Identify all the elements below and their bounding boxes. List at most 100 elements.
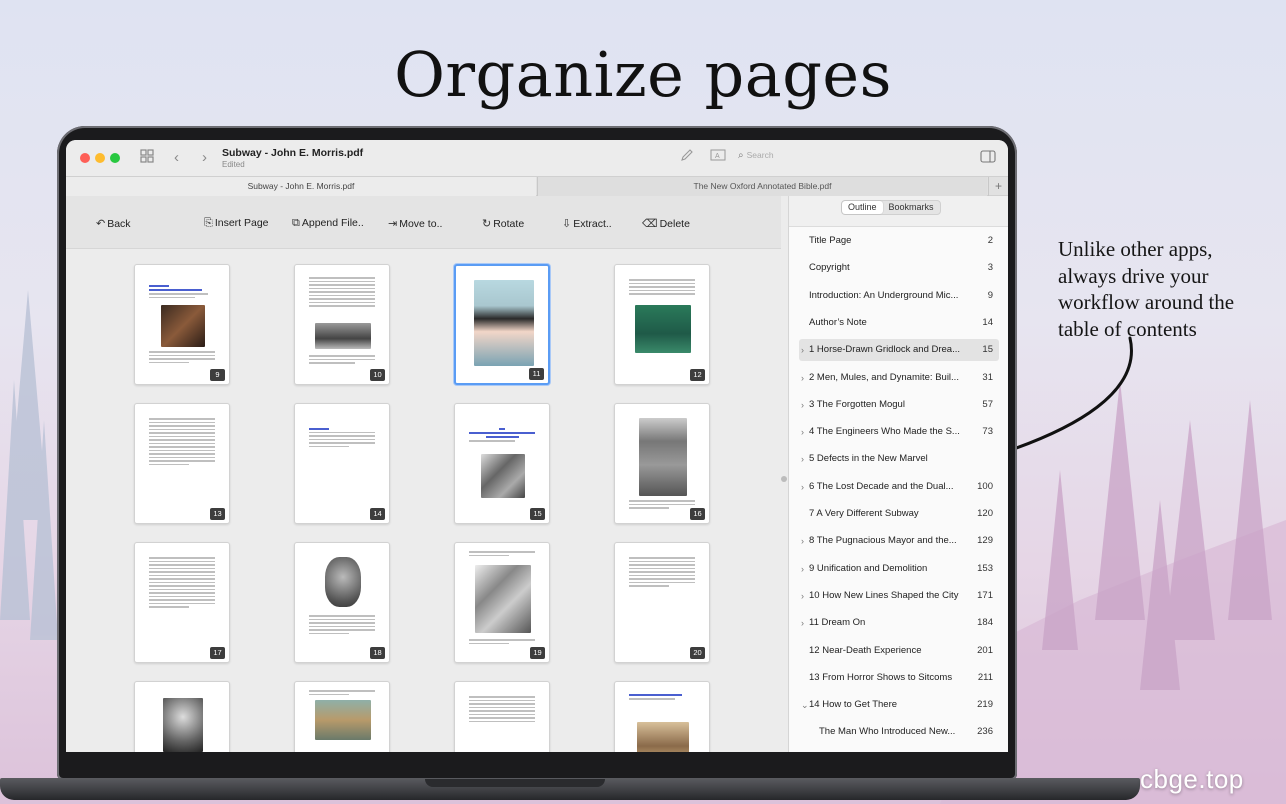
page-thumbnail[interactable]: 17: [134, 542, 230, 663]
page-thumbnail[interactable]: 19: [454, 542, 550, 663]
outline-item[interactable]: ⌄ 14 How to Get There 219: [799, 694, 999, 716]
outline-item[interactable]: The Man Who Introduced New... 236: [799, 721, 999, 743]
disclosure-chevron-icon[interactable]: ›: [801, 585, 804, 607]
move-to-button[interactable]: ⇥ Move to..: [388, 217, 442, 230]
disclosure-chevron-icon[interactable]: ›: [801, 421, 804, 443]
page-thumbnail[interactable]: 13: [134, 403, 230, 524]
page-number-badge: 18: [370, 647, 385, 659]
insert-page-button[interactable]: ⎘ Insert Page: [204, 217, 269, 230]
page-number-badge: 16: [690, 508, 705, 520]
disclosure-chevron-icon[interactable]: ›: [801, 612, 804, 634]
outline-item[interactable]: 7 A Very Different Subway 120: [799, 503, 999, 525]
page-thumbnail[interactable]: [614, 681, 710, 752]
outline-item[interactable]: 12 Near-Death Experience 201: [799, 640, 999, 662]
close-window-button[interactable]: [80, 153, 90, 163]
portrait-photo: [325, 557, 361, 607]
outline-item[interactable]: › 11 Dream On 184: [799, 612, 999, 634]
search-field[interactable]: ⌕ Search: [738, 150, 774, 161]
disclosure-chevron-icon[interactable]: ›: [801, 530, 804, 552]
callout-line: always drive your: [1058, 263, 1209, 288]
minimize-window-button[interactable]: [95, 153, 105, 163]
disclosure-chevron-icon[interactable]: ›: [801, 558, 804, 580]
text-box-icon[interactable]: A: [710, 148, 726, 167]
disclosure-chevron-icon[interactable]: ›: [801, 448, 804, 470]
outline-item-label: 2 Men, Mules, and Dynamite: Buil...: [809, 371, 959, 383]
page-thumbnail[interactable]: [294, 681, 390, 752]
outline-sidebar: Outline Bookmarks Title Page 2 Copyright 3 I…: [788, 196, 1008, 752]
page-thumbnail[interactable]: 18: [294, 542, 390, 663]
outline-item-page: 57: [982, 398, 993, 410]
outline-item[interactable]: Introduction: An Underground Mic... 9: [799, 285, 999, 307]
page-thumbnail[interactable]: 12: [614, 264, 710, 385]
disclosure-chevron-icon[interactable]: ›: [801, 367, 804, 389]
page-thumbnail[interactable]: 10: [294, 264, 390, 385]
page-thumbnail[interactable]: 16: [614, 403, 710, 524]
page-thumbnail-grid[interactable]: 9 10 11 12 13 14 15 16 17 18 19 20: [66, 250, 781, 752]
outline-item[interactable]: › 5 Defects in the New Marvel: [799, 448, 999, 470]
magazine-cover: [474, 280, 534, 366]
outline-item[interactable]: › 6 The Lost Decade and the Dual... 100: [799, 476, 999, 498]
page-number-badge: 13: [210, 508, 225, 520]
markup-pen-icon[interactable]: [680, 148, 694, 167]
disclosure-chevron-icon[interactable]: ›: [801, 339, 804, 361]
page-thumbnail[interactable]: 20: [614, 542, 710, 663]
outline-item[interactable]: Author’s Note 14: [799, 312, 999, 334]
page-thumbnail[interactable]: [454, 681, 550, 752]
outline-item[interactable]: › 4 The Engineers Who Made the S... 73: [799, 421, 999, 443]
page-thumbnail-selected[interactable]: 11: [454, 264, 550, 385]
outline-item[interactable]: › 3 The Forgotten Mogul 57: [799, 394, 999, 416]
outline-item[interactable]: › 1 Horse-Drawn Gridlock and Drea... 15: [799, 339, 999, 362]
back-button[interactable]: ↶ Back: [96, 217, 131, 230]
disclosure-chevron-icon[interactable]: ›: [801, 476, 804, 498]
delete-button[interactable]: ⌫ Delete: [642, 217, 690, 230]
outline-item-page: 201: [977, 644, 993, 656]
nav-forward-icon[interactable]: ›: [202, 149, 207, 167]
outline-item-label: 6 The Lost Decade and the Dual...: [809, 480, 954, 492]
outline-item[interactable]: › 2 Men, Mules, and Dynamite: Buil... 31: [799, 367, 999, 389]
page-number-badge: 15: [530, 508, 545, 520]
page-number-badge: 11: [529, 368, 544, 380]
outline-item[interactable]: Copyright 3: [799, 257, 999, 279]
rotate-button[interactable]: ↻ Rotate: [482, 217, 524, 230]
outline-item-label: 7 A Very Different Subway: [809, 508, 919, 519]
page-thumbnail[interactable]: 14: [294, 403, 390, 524]
tab-bar: Subway - John E. Morris.pdf The New Oxfo…: [66, 176, 1008, 196]
outline-item[interactable]: Title Page 2: [799, 230, 999, 252]
sidebar-toggle-icon[interactable]: [980, 150, 996, 168]
outline-item-page: 31: [982, 371, 993, 383]
disclosure-chevron-icon[interactable]: ›: [801, 394, 804, 416]
page-photo: [315, 323, 371, 349]
delete-label: Delete: [659, 218, 690, 230]
svg-text:A: A: [715, 153, 720, 160]
outline-item-label: Copyright: [809, 262, 850, 274]
append-file-button[interactable]: ⧉ Append File..: [292, 217, 364, 230]
outline-item-page: 219: [977, 699, 993, 711]
outline-item[interactable]: 13 From Horror Shows to Sitcoms 211: [799, 667, 999, 689]
tab-outline[interactable]: Outline: [842, 201, 883, 214]
search-placeholder: Search: [746, 150, 774, 160]
disclosure-chevron-icon[interactable]: ⌄: [801, 694, 809, 716]
page-thumbnail[interactable]: [134, 681, 230, 752]
tab-subway[interactable]: Subway - John E. Morris.pdf: [66, 177, 536, 196]
outline-item-page: 171: [977, 589, 993, 601]
outline-item-page: 153: [977, 562, 993, 574]
tab-bookmarks[interactable]: Bookmarks: [883, 201, 940, 214]
extract-button[interactable]: ⇩ Extract..: [562, 217, 612, 230]
split-view-handle[interactable]: [781, 476, 787, 482]
outline-item[interactable]: › 8 The Pugnacious Mayor and the... 129: [799, 530, 999, 552]
page-thumbnail[interactable]: 15: [454, 403, 550, 524]
document-status: Edited: [222, 160, 245, 169]
outline-list: Title Page 2 Copyright 3 Introduction: An Un…: [789, 226, 1008, 752]
page-illustration: [475, 565, 531, 633]
outline-item-page: 2: [987, 235, 993, 246]
outline-item[interactable]: › 10 How New Lines Shaped the City 171: [799, 585, 999, 607]
outline-item-label: Title Page: [809, 235, 852, 246]
page-thumbnail[interactable]: 9: [134, 264, 230, 385]
nav-back-icon[interactable]: ‹: [174, 149, 179, 167]
outline-item[interactable]: › 9 Unification and Demolition 153: [799, 558, 999, 580]
zoom-window-button[interactable]: [110, 153, 120, 163]
new-tab-button[interactable]: +: [988, 177, 1008, 196]
tab-oxford-bible[interactable]: The New Oxford Annotated Bible.pdf: [537, 177, 987, 196]
back-label: Back: [107, 218, 131, 230]
grid-view-icon[interactable]: [140, 149, 154, 168]
